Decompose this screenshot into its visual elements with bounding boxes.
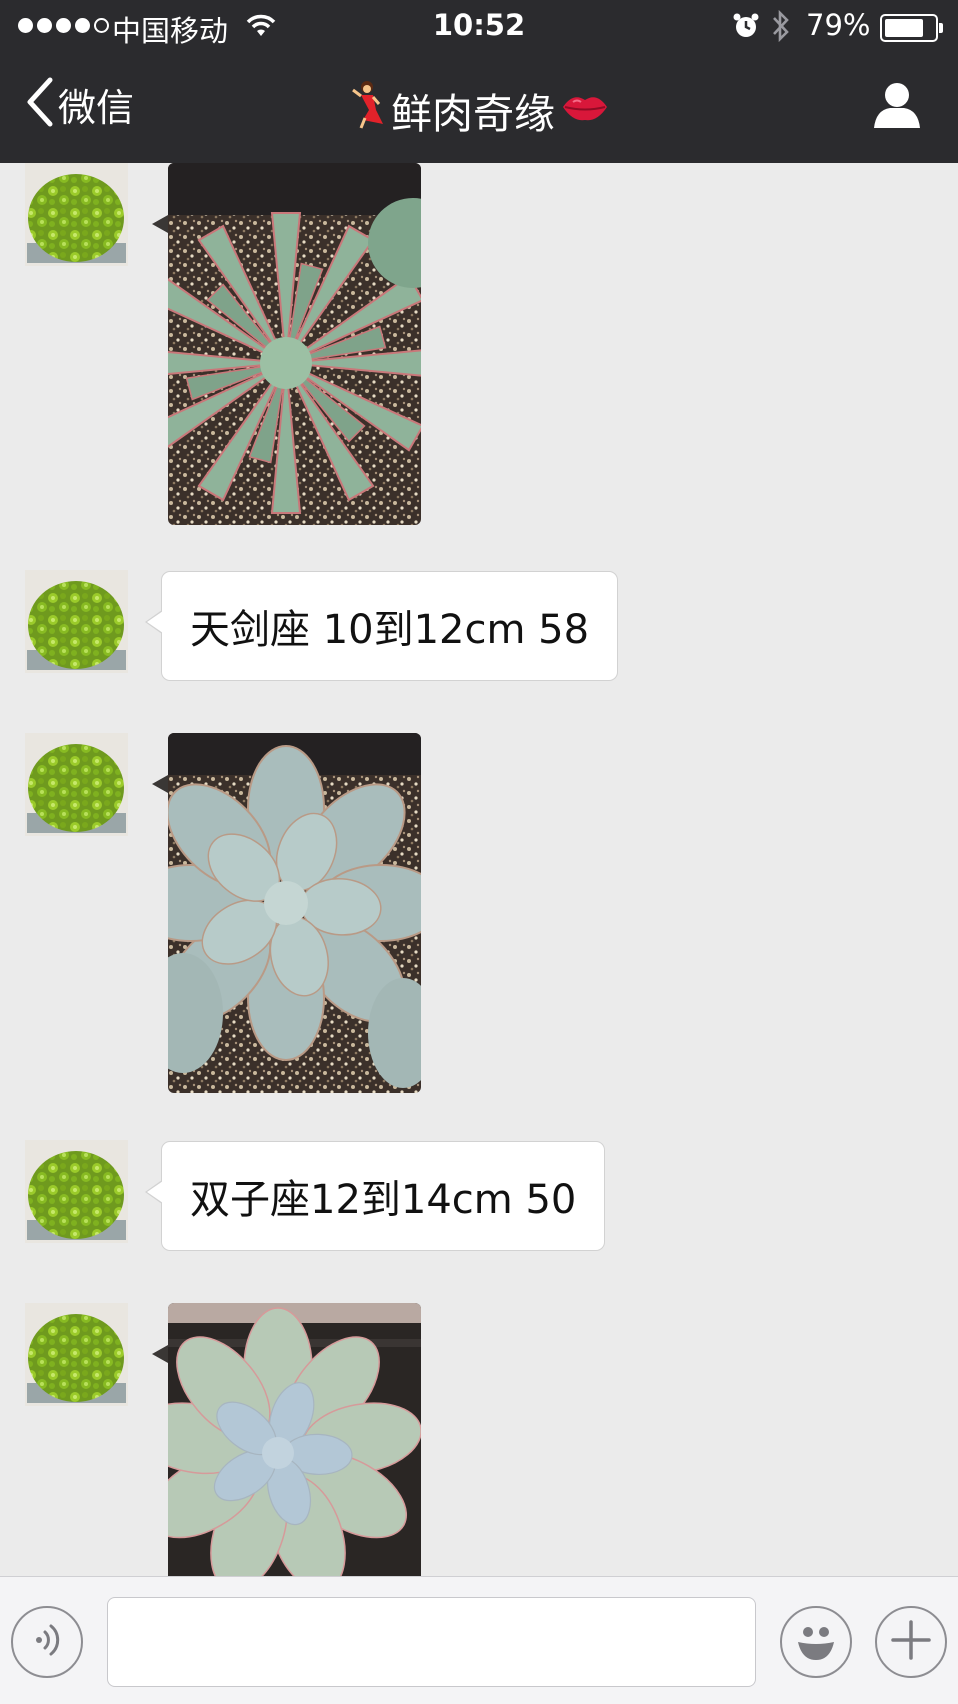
battery-icon bbox=[880, 14, 943, 42]
battery-percent: 79% bbox=[806, 8, 871, 42]
message-photo[interactable] bbox=[168, 1303, 421, 1576]
sender-avatar[interactable] bbox=[25, 1140, 128, 1243]
alarm-icon bbox=[732, 12, 760, 44]
message-photo[interactable] bbox=[168, 163, 421, 525]
message-bubble[interactable]: 天剑座 10到12cm 58 bbox=[144, 571, 619, 681]
message-input[interactable] bbox=[107, 1597, 756, 1687]
status-bar: 中国移动 10:52 79% bbox=[0, 0, 958, 54]
chat-title-text: 鲜肉奇缘 bbox=[391, 90, 555, 138]
nav-bar: 微信 鲜肉奇缘 bbox=[0, 54, 958, 163]
chat-area[interactable]: 天剑座 10到12cm 58 双子座12到14cm 50 bbox=[0, 163, 958, 1576]
sender-avatar[interactable] bbox=[25, 163, 128, 266]
person-icon bbox=[870, 83, 924, 136]
smiley-icon bbox=[788, 1612, 844, 1672]
profile-button[interactable] bbox=[870, 80, 924, 136]
battery-fill bbox=[885, 19, 923, 37]
top-bar: 中国移动 10:52 79% 微信 鲜肉奇缘 bbox=[0, 0, 958, 163]
add-button[interactable] bbox=[875, 1606, 947, 1678]
bluetooth-icon bbox=[770, 9, 792, 47]
plus-icon bbox=[889, 1618, 933, 1666]
message-bubble[interactable]: 双子座12到14cm 50 bbox=[144, 1141, 606, 1251]
voice-icon bbox=[27, 1620, 67, 1664]
message-text: 双子座12到14cm 50 bbox=[190, 1177, 577, 1223]
sender-avatar[interactable] bbox=[25, 1303, 128, 1406]
message-photo[interactable] bbox=[168, 733, 421, 1093]
sender-avatar[interactable] bbox=[25, 733, 128, 836]
lips-emoji-icon bbox=[561, 86, 609, 134]
sender-avatar[interactable] bbox=[25, 570, 128, 673]
dancer-emoji-icon bbox=[349, 80, 385, 140]
voice-button[interactable] bbox=[11, 1606, 83, 1678]
chat-title: 鲜肉奇缘 bbox=[0, 80, 958, 140]
emoji-button[interactable] bbox=[780, 1606, 852, 1678]
message-text: 天剑座 10到12cm 58 bbox=[190, 607, 590, 653]
input-bar bbox=[0, 1576, 958, 1704]
